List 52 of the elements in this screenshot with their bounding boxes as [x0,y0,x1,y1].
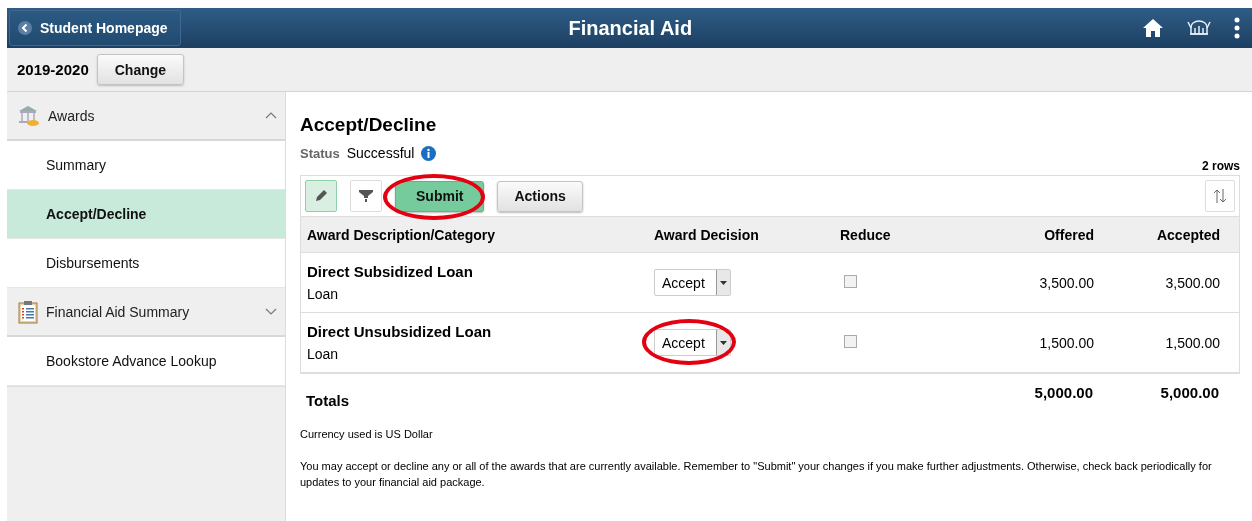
accepted-amount: 3,500.00 [1164,274,1220,291]
status-value: Successful [346,145,415,161]
actions-button[interactable]: Actions [497,180,583,212]
column-header: Award Decision [654,226,760,243]
column-header: Offered [1043,226,1094,243]
more-menu-icon[interactable] [1234,17,1240,39]
reduce-checkbox[interactable] [844,274,857,288]
status-label: Status [300,145,340,161]
decision-dropdown[interactable]: Accept [654,329,731,356]
caret-icon [720,280,727,285]
row-count: 2 rows [1202,159,1240,173]
accepted-amount: 1,500.00 [1164,334,1220,351]
change-button[interactable]: Change [96,54,185,85]
sidebar-item[interactable]: Summary [7,141,285,190]
aid-year: 2019-2020 [17,61,89,78]
award-category: Loan [307,286,340,302]
pencil-icon [314,189,328,203]
caret-icon [720,340,727,345]
back-button[interactable]: Student Homepage [9,10,181,46]
filter-icon [359,189,373,203]
back-chevron-icon [18,21,32,35]
award-category: Loan [307,346,340,362]
page-title: Financial Aid [568,16,693,40]
sidebar-item[interactable]: Bookstore Advance Lookup [7,337,285,386]
column-header: Reduce [840,226,892,243]
submit-button[interactable]: Submit [395,180,485,212]
sidebar-group-label: Financial Aid Summary [46,303,191,320]
totals-label: Totals [305,390,351,409]
filter-button[interactable] [350,180,382,212]
award-name: Direct Subsidized Loan [307,263,474,280]
edit-button[interactable] [305,180,337,212]
helmet-icon[interactable] [1186,19,1212,37]
offered-amount: 1,500.00 [1038,334,1094,351]
total-accepted: 5,000.00 [1159,383,1219,401]
sidebar-group-label: Awards [48,107,96,124]
home-icon[interactable] [1142,18,1164,38]
note-text: Currency used is US Dollar [300,427,434,442]
offered-amount: 3,500.00 [1038,274,1094,291]
sidebar-item[interactable]: Accept/Decline [7,190,285,239]
clipboard-icon [18,299,38,324]
section-title: Accept/Decline [300,114,438,136]
reduce-checkbox[interactable] [844,334,857,348]
column-header: Accepted [1155,226,1220,243]
sort-arrows-icon [1213,188,1227,204]
sidebar-item[interactable]: Disbursements [7,239,285,288]
info-icon[interactable] [421,145,437,161]
bank-icon [18,104,40,127]
total-offered: 5,000.00 [1033,383,1093,401]
decision-dropdown[interactable]: Accept [654,269,731,296]
column-header: Award Description/Category [306,226,496,243]
award-name: Direct Unsubsidized Loan [307,323,493,340]
note-text: You may accept or decline any or all of the awards that are currently available. Remember to "Submit" your changes if you make further adjustments. Otherwise, check back periodically for updates to your financial aid package. [300,459,1213,490]
